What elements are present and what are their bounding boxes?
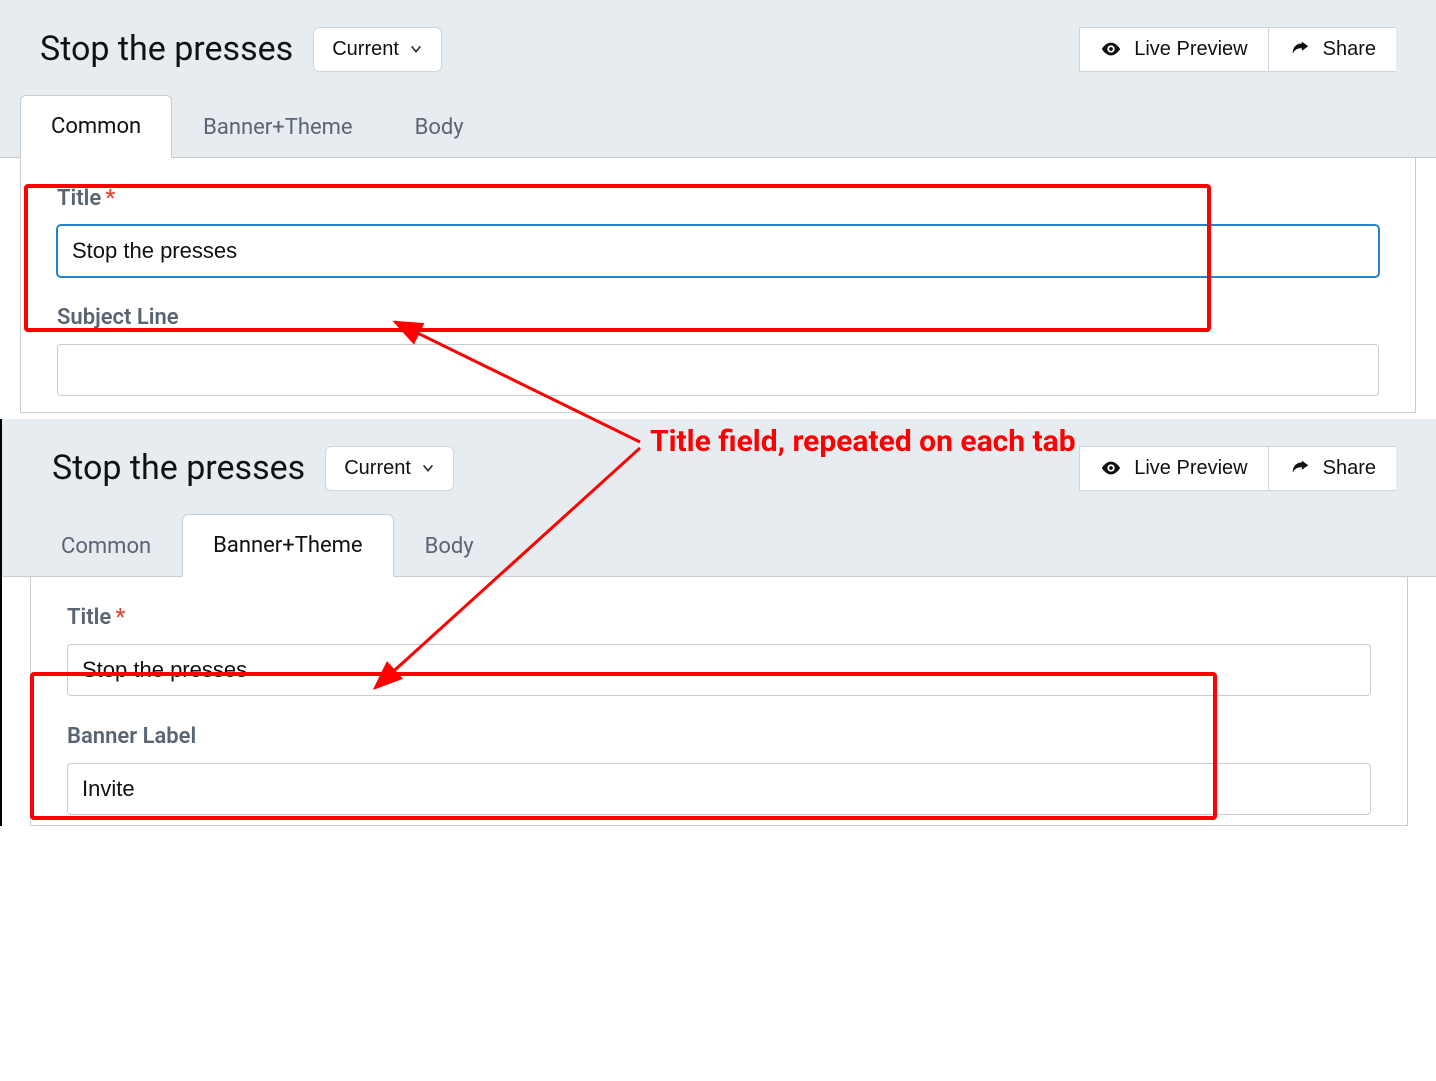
subject-line-input[interactable] — [57, 344, 1379, 396]
title-input[interactable] — [57, 225, 1379, 277]
tab-banner-theme[interactable]: Banner+Theme — [182, 514, 393, 577]
tab-body[interactable]: Body — [394, 515, 505, 577]
banner-label-field-group: Banner Label — [49, 724, 1389, 815]
share-label: Share — [1323, 457, 1376, 480]
live-preview-label: Live Preview — [1134, 38, 1247, 61]
title-label: Title* — [57, 186, 1379, 211]
eye-icon — [1100, 38, 1122, 60]
subject-line-label: Subject Line — [57, 305, 1379, 330]
banner-label-input[interactable] — [67, 763, 1371, 815]
live-preview-button[interactable]: Live Preview — [1079, 27, 1268, 72]
page-title: Stop the presses — [52, 448, 305, 488]
header-bar: Stop the presses Current Live Preview Sh… — [2, 419, 1436, 499]
share-label: Share — [1323, 38, 1376, 61]
title-label: Title* — [67, 605, 1371, 630]
version-dropdown-label: Current — [344, 457, 411, 480]
version-dropdown[interactable]: Current — [325, 446, 454, 491]
share-button[interactable]: Share — [1269, 446, 1396, 491]
title-field-group: Title* — [49, 605, 1389, 696]
live-preview-label: Live Preview — [1134, 457, 1247, 480]
editor-panel-common: Stop the presses Current Live Preview Sh… — [0, 0, 1436, 413]
editor-panel-banner-theme: Stop the presses Current Live Preview Sh… — [0, 419, 1436, 826]
chevron-down-icon — [421, 461, 435, 475]
live-preview-button[interactable]: Live Preview — [1079, 446, 1268, 491]
banner-label-label: Banner Label — [67, 724, 1371, 749]
title-field-group: Title* — [39, 186, 1397, 277]
share-icon — [1289, 38, 1311, 60]
header-actions: Live Preview Share — [1079, 27, 1396, 72]
header-bar: Stop the presses Current Live Preview Sh… — [0, 0, 1436, 80]
title-input[interactable] — [67, 644, 1371, 696]
eye-icon — [1100, 457, 1122, 479]
version-dropdown[interactable]: Current — [313, 27, 442, 72]
version-dropdown-label: Current — [332, 38, 399, 61]
share-icon — [1289, 457, 1311, 479]
required-asterisk-icon: * — [115, 605, 125, 630]
chevron-down-icon — [409, 42, 423, 56]
form-area: Title* Subject Line — [20, 158, 1416, 413]
tabs-row: Common Banner+Theme Body — [0, 80, 1436, 158]
tab-common[interactable]: Common — [30, 515, 182, 577]
subject-field-group: Subject Line — [39, 305, 1397, 396]
tab-common[interactable]: Common — [20, 95, 172, 158]
header-actions: Live Preview Share — [1079, 446, 1396, 491]
share-button[interactable]: Share — [1269, 27, 1396, 72]
tabs-row: Common Banner+Theme Body — [2, 499, 1436, 577]
page-title: Stop the presses — [40, 29, 293, 69]
tab-body[interactable]: Body — [384, 96, 495, 158]
required-asterisk-icon: * — [105, 186, 115, 211]
tab-banner-theme[interactable]: Banner+Theme — [172, 96, 383, 158]
form-area: Title* Banner Label — [30, 577, 1408, 826]
